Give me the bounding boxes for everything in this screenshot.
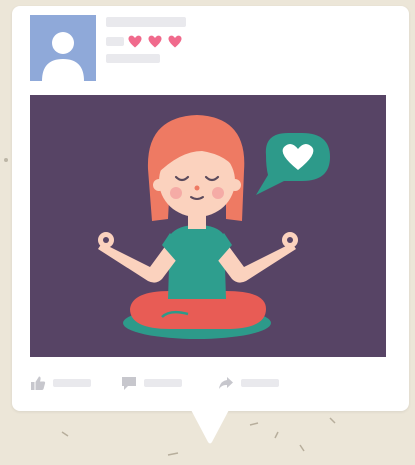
post-image[interactable]	[30, 95, 386, 357]
share-label-placeholder	[241, 379, 279, 387]
thumbs-up-icon	[31, 376, 46, 390]
comment-icon	[122, 377, 136, 390]
subtitle-placeholder	[106, 54, 160, 63]
speech-bubble-tail	[190, 408, 230, 444]
like-action[interactable]	[30, 374, 91, 392]
share-arrow-icon	[219, 377, 233, 389]
like-label-placeholder	[53, 379, 91, 387]
reaction-hearts	[128, 35, 182, 49]
comment-action[interactable]	[121, 374, 182, 392]
username-placeholder	[106, 17, 186, 27]
heart-icon	[128, 35, 142, 48]
meditating-woman-illustration	[98, 115, 330, 339]
meta-placeholder	[106, 37, 124, 46]
heart-icon	[168, 35, 182, 48]
share-action[interactable]	[218, 374, 279, 392]
comment-label-placeholder	[144, 379, 182, 387]
torso	[168, 225, 226, 299]
heart-icon	[148, 35, 162, 48]
avatar[interactable]	[30, 15, 96, 81]
user-silhouette-icon	[42, 32, 84, 81]
